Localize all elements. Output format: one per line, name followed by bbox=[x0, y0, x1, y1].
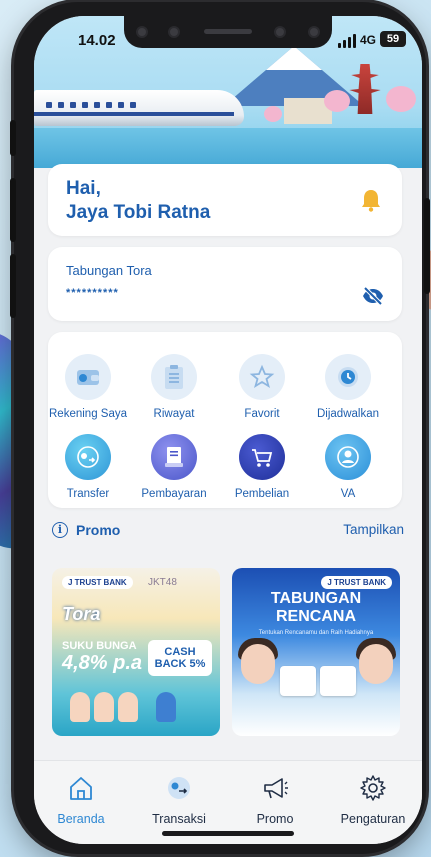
menu-label: Riwayat bbox=[153, 408, 195, 420]
nav-transactions[interactable]: Transaksi bbox=[134, 773, 224, 826]
menu-label: Transfer bbox=[66, 488, 110, 500]
promo-mascot-image bbox=[156, 692, 176, 722]
camera-icon bbox=[274, 26, 286, 38]
promo-person-image bbox=[94, 692, 114, 722]
promo-rate-label: SUKU BUNGA bbox=[62, 640, 137, 652]
speaker-grille bbox=[204, 29, 252, 34]
cart-icon bbox=[239, 434, 285, 480]
phone-side-button bbox=[10, 178, 16, 242]
app-screen: 14.02 4G 59 Hai, Jaya Tobi Ratna Tabunga… bbox=[34, 16, 422, 844]
user-circle-icon bbox=[325, 434, 371, 480]
promo-title-line1: TABUNGAN bbox=[270, 590, 362, 607]
clipboard-icon bbox=[151, 354, 197, 400]
promo-section-title: i Promo bbox=[52, 522, 120, 538]
account-name: Tabungan Tora bbox=[66, 263, 152, 278]
camera-notch bbox=[124, 16, 332, 48]
menu-label: Pembelian bbox=[234, 488, 290, 500]
transaction-icon bbox=[168, 777, 190, 799]
promo-title: TABUNGAN RENCANA bbox=[232, 590, 400, 626]
menu-rekening-saya[interactable]: Rekening Saya bbox=[46, 354, 130, 420]
promo-person-image bbox=[359, 644, 393, 684]
star-icon bbox=[239, 354, 285, 400]
home-indicator bbox=[162, 831, 294, 836]
network-type: 4G bbox=[359, 33, 376, 47]
promo-merch-image bbox=[320, 666, 356, 696]
megaphone-icon bbox=[264, 778, 288, 799]
promo-person-image bbox=[241, 644, 275, 684]
home-icon bbox=[70, 777, 92, 800]
menu-label: Rekening Saya bbox=[49, 408, 127, 420]
jkt48-logo: JKT48 bbox=[148, 577, 177, 588]
menu-label: Favorit bbox=[244, 408, 280, 420]
menu-riwayat[interactable]: Riwayat bbox=[132, 354, 216, 420]
menu-label: Dijadwalkan bbox=[316, 408, 379, 420]
clock-icon bbox=[325, 354, 371, 400]
water-illustration bbox=[34, 128, 422, 168]
camera-icon bbox=[308, 26, 320, 38]
menu-favorit[interactable]: Favorit bbox=[220, 354, 304, 420]
promo-rate-value: 4,8% p.a bbox=[62, 652, 143, 674]
user-name: Jaya Tobi Ratna bbox=[66, 202, 211, 223]
blossom-illustration bbox=[324, 90, 350, 112]
promo-title-line2: RENCANA bbox=[276, 608, 356, 625]
blossom-illustration bbox=[264, 106, 282, 122]
train-illustration bbox=[34, 90, 244, 126]
receipt-icon bbox=[151, 434, 197, 480]
account-balance-masked: ********** bbox=[66, 287, 119, 299]
menu-label: VA bbox=[340, 488, 356, 500]
nav-label: Promo bbox=[256, 812, 294, 826]
wallet-icon bbox=[65, 354, 111, 400]
status-time: 14.02 bbox=[78, 32, 116, 49]
menu-pembayaran[interactable]: Pembayaran bbox=[132, 434, 216, 500]
greeting-text: Hai, bbox=[66, 178, 101, 199]
menu-transfer[interactable]: Transfer bbox=[46, 434, 130, 500]
promo-product-name: Tora bbox=[62, 604, 101, 624]
signal-icon bbox=[338, 34, 356, 48]
camera-icon bbox=[136, 26, 148, 38]
nav-label: Beranda bbox=[57, 812, 105, 826]
eye-off-icon[interactable] bbox=[362, 287, 384, 305]
bottom-navigation: Beranda Transaksi Promo Pengaturan bbox=[34, 760, 422, 844]
phone-power-button bbox=[424, 198, 430, 294]
account-card[interactable]: Tabungan Tora ********** bbox=[48, 247, 402, 321]
promo-card-tora[interactable]: J TRUST BANK JKT48 Tora SUKU BUNGA 4,8% … bbox=[52, 568, 220, 736]
nav-settings[interactable]: Pengaturan bbox=[328, 773, 418, 826]
phone-side-button bbox=[10, 254, 16, 318]
menu-dijadwalkan[interactable]: Dijadwalkan bbox=[306, 354, 390, 420]
menu-pembelian[interactable]: Pembelian bbox=[220, 434, 304, 500]
camera-icon bbox=[168, 26, 180, 38]
nav-label: Transaksi bbox=[152, 812, 206, 826]
info-icon: i bbox=[52, 522, 68, 538]
status-bar: 14.02 4G 59 bbox=[34, 16, 422, 60]
promo-person-image bbox=[70, 692, 90, 722]
nav-label: Pengaturan bbox=[340, 812, 406, 826]
phone-side-button bbox=[10, 120, 16, 156]
promo-card-rencana[interactable]: J TRUST BANK TABUNGAN RENCANA Tentukan R… bbox=[232, 568, 400, 736]
menu-label: Pembayaran bbox=[141, 488, 207, 500]
greeting-card: Hai, Jaya Tobi Ratna bbox=[48, 164, 402, 236]
quick-menu-card: Rekening Saya Riwayat Favorit Dijadwalka… bbox=[48, 332, 402, 508]
nav-promo[interactable]: Promo bbox=[230, 773, 320, 826]
phone-frame: 14.02 4G 59 Hai, Jaya Tobi Ratna Tabunga… bbox=[10, 2, 430, 854]
bank-logo: J TRUST BANK bbox=[62, 576, 133, 589]
bell-icon[interactable] bbox=[360, 188, 382, 212]
promo-subtitle: Tentukan Rencanamu dan Raih Hadiahnya bbox=[258, 630, 374, 636]
gear-icon bbox=[360, 775, 386, 801]
blossom-illustration bbox=[386, 86, 416, 112]
show-promo-link[interactable]: Tampilkan bbox=[343, 522, 404, 537]
promo-merch-image bbox=[280, 666, 316, 696]
promo-title-text: Promo bbox=[76, 522, 121, 538]
transfer-icon bbox=[65, 434, 111, 480]
nav-home[interactable]: Beranda bbox=[36, 773, 126, 826]
menu-va[interactable]: VA bbox=[306, 434, 390, 500]
cashback-badge: CASH BACK 5% bbox=[148, 640, 212, 676]
promo-person-image bbox=[118, 692, 138, 722]
battery-icon: 59 bbox=[380, 31, 406, 47]
bank-logo: J TRUST BANK bbox=[321, 576, 392, 589]
